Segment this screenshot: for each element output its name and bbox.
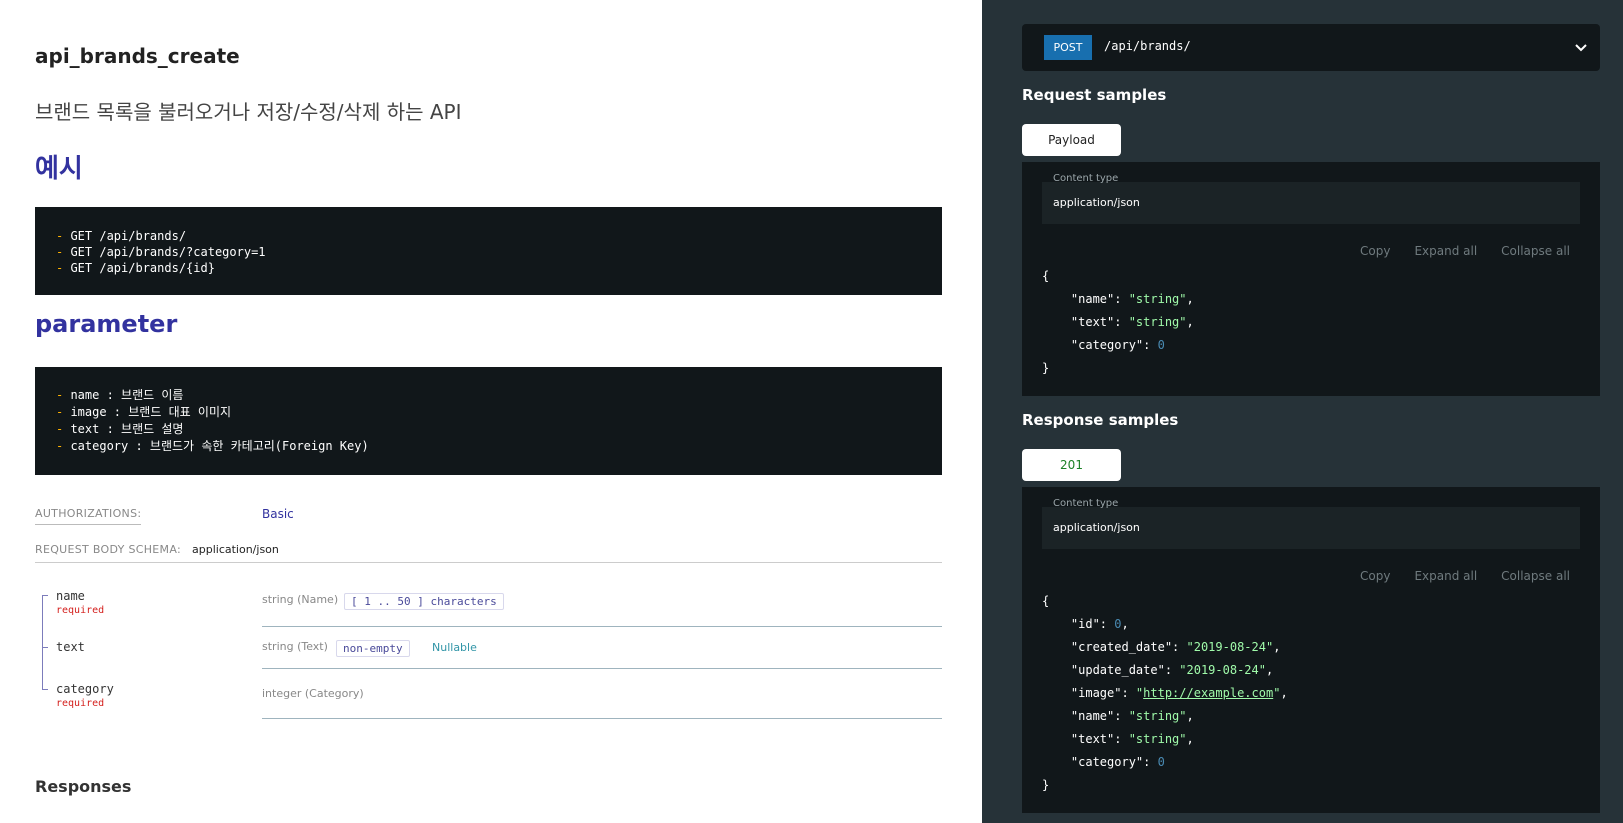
http-method-badge: POST <box>1044 35 1092 60</box>
api-operation-panel: api_brands_create 브랜드 목록을 불러오거나 저장/수정/삭제… <box>0 0 982 823</box>
json-line: { <box>1042 269 1050 283</box>
request-samples-title: Request samples <box>1022 86 1167 104</box>
json-sample: { "id": 0, "created_date": "2019-08-24",… <box>1042 590 1288 797</box>
operation-title: api_brands_create <box>35 44 240 68</box>
endpoint-path: /api/brands/ <box>1104 39 1191 53</box>
divider <box>262 668 942 669</box>
response-sample-panel: Content type application/json Copy Expand… <box>1022 487 1600 813</box>
parameter-heading: parameter <box>35 310 178 338</box>
json-line: { <box>1042 594 1050 608</box>
authorizations-label: AUTHORIZATIONS: <box>35 507 142 525</box>
json-line: "category": 0 <box>1042 755 1165 769</box>
parameter-code-block: - name : 브랜드 이름 - image : 브랜드 대표 이미지 - t… <box>35 367 942 475</box>
code-line: - GET /api/brands/{id} <box>56 261 215 275</box>
json-line: } <box>1042 778 1050 792</box>
param-constraint: non-empty <box>336 640 410 657</box>
responses-heading: Responses <box>35 777 132 796</box>
divider <box>35 562 942 563</box>
code-line: - GET /api/brands/ <box>56 229 187 243</box>
json-line: "text": "string", <box>1042 315 1194 329</box>
sample-toolbar: Copy Expand all Collapse all <box>1336 569 1570 583</box>
collapse-all-button[interactable]: Collapse all <box>1501 244 1570 258</box>
param-name[interactable]: text <box>56 640 85 654</box>
sample-toolbar: Copy Expand all Collapse all <box>1336 244 1570 258</box>
divider <box>262 626 942 627</box>
json-line: "name": "string", <box>1042 292 1194 306</box>
tab-payload[interactable]: Payload <box>1022 124 1121 156</box>
json-line: "image": "http://example.com", <box>1042 686 1288 700</box>
endpoint-bar[interactable]: POST /api/brands/ <box>1022 24 1600 71</box>
schema-tree-tick <box>42 647 48 648</box>
schema-tree-line <box>42 595 43 689</box>
param-type: string (Text) <box>262 640 328 653</box>
json-line: "category": 0 <box>1042 338 1165 352</box>
param-required: required <box>56 698 105 709</box>
content-type-value: application/json <box>1053 521 1140 534</box>
content-type-label: Content type <box>1053 498 1119 509</box>
schema-tree-tick <box>42 595 48 596</box>
operation-description: 브랜드 목록을 불러오거나 저장/수정/삭제 하는 API <box>35 100 462 124</box>
schema-tree-tick <box>42 689 48 690</box>
param-constraint: [ 1 .. 50 ] characters <box>344 593 504 610</box>
expand-all-button[interactable]: Expand all <box>1414 569 1477 583</box>
json-line: } <box>1042 361 1050 375</box>
json-link[interactable]: http://example.com <box>1143 686 1273 700</box>
request-sample-panel: Content type application/json Copy Expand… <box>1022 162 1600 396</box>
samples-panel: POST /api/brands/ Request samples Payloa… <box>982 0 1623 823</box>
param-required: required <box>56 605 105 616</box>
content-type-select[interactable]: Content type application/json <box>1042 173 1580 224</box>
content-type-value: application/json <box>1053 196 1140 209</box>
tab-response-201[interactable]: 201 <box>1022 449 1121 481</box>
example-heading: 예시 <box>35 154 83 184</box>
collapse-all-button[interactable]: Collapse all <box>1501 569 1570 583</box>
code-line: - name : 브랜드 이름 <box>56 388 184 402</box>
request-body-content-type: application/json <box>192 543 279 556</box>
json-line: "id": 0, <box>1042 617 1129 631</box>
authorization-basic-link[interactable]: Basic <box>262 507 294 521</box>
content-type-select[interactable]: Content type application/json <box>1042 498 1580 549</box>
json-sample: { "name": "string", "text": "string", "c… <box>1042 265 1194 380</box>
example-code-block: - GET /api/brands/ - GET /api/brands/?ca… <box>35 207 942 295</box>
code-line: - text : 브랜드 설명 <box>56 422 184 436</box>
response-samples-title: Response samples <box>1022 411 1179 429</box>
chevron-down-icon[interactable] <box>1572 38 1590 56</box>
param-name[interactable]: name <box>56 589 85 603</box>
request-body-schema-label: REQUEST BODY SCHEMA: <box>35 543 181 556</box>
json-line: "update_date": "2019-08-24", <box>1042 663 1274 677</box>
content-type-label: Content type <box>1053 173 1119 184</box>
param-nullable: Nullable <box>432 641 477 654</box>
code-line: - image : 브랜드 대표 이미지 <box>56 405 232 419</box>
json-line: "text": "string", <box>1042 732 1194 746</box>
json-line: "name": "string", <box>1042 709 1194 723</box>
code-line: - GET /api/brands/?category=1 <box>56 245 266 259</box>
code-line: - category : 브랜드가 속한 카테고리(Foreign Key) <box>56 439 369 453</box>
divider <box>262 718 942 719</box>
json-line: "created_date": "2019-08-24", <box>1042 640 1281 654</box>
param-type: integer (Category) <box>262 687 364 700</box>
param-name[interactable]: category <box>56 682 114 696</box>
copy-button[interactable]: Copy <box>1360 244 1390 258</box>
param-type: string (Name) <box>262 593 339 606</box>
expand-all-button[interactable]: Expand all <box>1414 244 1477 258</box>
copy-button[interactable]: Copy <box>1360 569 1390 583</box>
